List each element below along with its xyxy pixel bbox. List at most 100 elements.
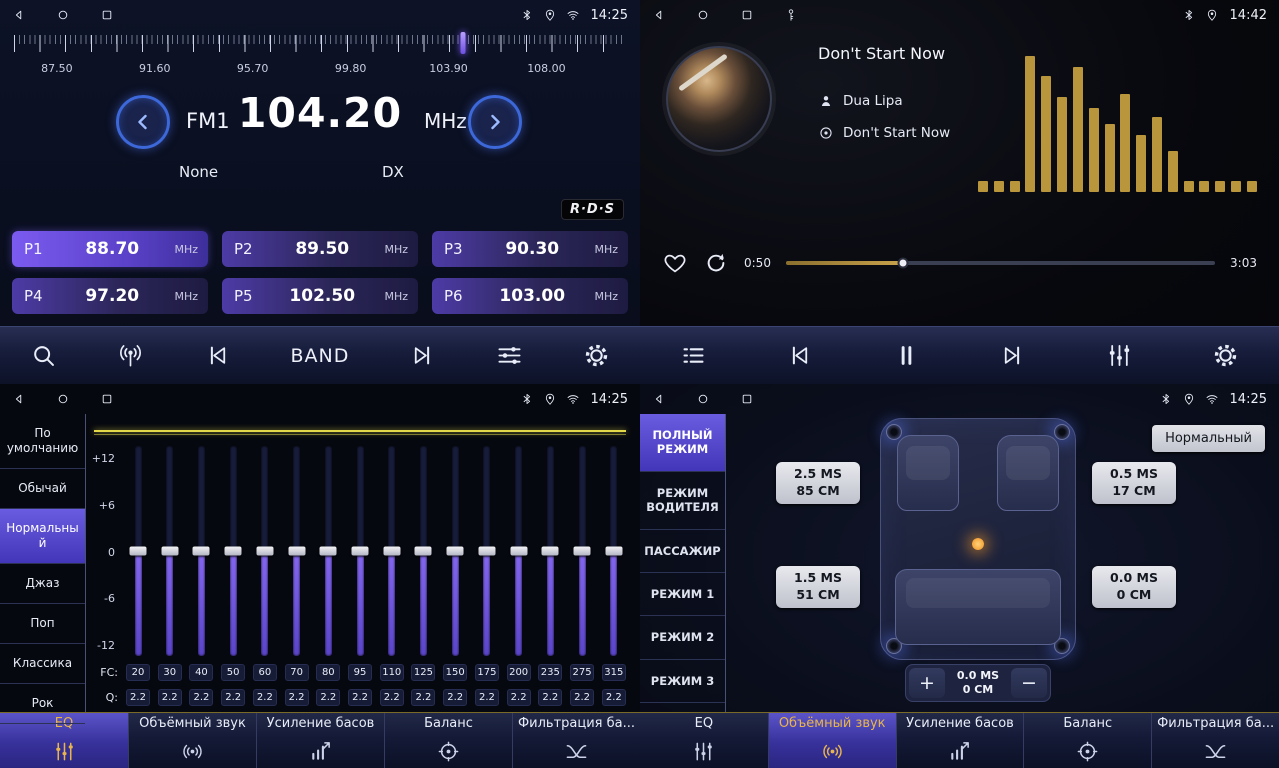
eq-band-slider[interactable]	[348, 446, 372, 656]
eq-band-slider[interactable]	[253, 446, 277, 656]
eq-band-slider[interactable]	[602, 446, 626, 656]
tuner-indicator[interactable]	[461, 32, 466, 54]
favorite-heart-icon[interactable]	[662, 250, 688, 276]
preset-p6[interactable]: P6 103.00 MHz	[432, 278, 628, 314]
delay-front-left-button[interactable]: 2.5 MS 85 CM	[776, 462, 860, 504]
eq-band-slider[interactable]	[221, 446, 245, 656]
eq-slider-handle[interactable]	[320, 547, 337, 556]
preset-p1[interactable]: P1 88.70 MHz	[12, 231, 208, 267]
eq-slider-handle[interactable]	[193, 547, 210, 556]
tuner-scale-ticks[interactable]	[14, 35, 626, 53]
tab-surround[interactable]: Объёмный звук	[768, 713, 896, 768]
recents-icon[interactable]	[100, 392, 114, 406]
eq-preset-classic[interactable]: Классика	[0, 644, 85, 684]
eq-slider-handle[interactable]	[288, 547, 305, 556]
previous-track-icon[interactable]	[786, 342, 813, 369]
listening-position-dot[interactable]	[972, 538, 984, 550]
recents-icon[interactable]	[740, 392, 754, 406]
mode-passenger[interactable]: ПАССАЖИР	[640, 530, 725, 573]
back-icon[interactable]	[12, 392, 26, 406]
progress-knob[interactable]	[898, 258, 909, 269]
mode-3[interactable]: РЕЖИМ 3	[640, 660, 725, 703]
eq-slider-handle[interactable]	[605, 547, 622, 556]
home-icon[interactable]	[56, 8, 70, 22]
delay-increase-button[interactable]: +	[909, 668, 945, 698]
tune-down-button[interactable]	[116, 95, 170, 149]
preset-p3[interactable]: P3 90.30 MHz	[432, 231, 628, 267]
playlist-icon[interactable]	[680, 342, 707, 369]
eq-slider-handle[interactable]	[225, 547, 242, 556]
tab-balance[interactable]: Баланс	[1023, 713, 1151, 768]
eq-preset-rock[interactable]: Рок	[0, 684, 85, 724]
eq-slider-handle[interactable]	[510, 547, 527, 556]
eq-band-slider[interactable]	[411, 446, 435, 656]
surround-preset-button[interactable]: Нормальный	[1152, 425, 1265, 452]
delay-decrease-button[interactable]: −	[1011, 668, 1047, 698]
tab-eq[interactable]: EQ	[640, 713, 768, 768]
progress-bar[interactable]	[786, 261, 1215, 265]
preset-p2[interactable]: P2 89.50 MHz	[222, 231, 418, 267]
eq-slider-handle[interactable]	[478, 547, 495, 556]
eq-slider-handle[interactable]	[383, 547, 400, 556]
tab-filter[interactable]: Фильтрация ба...	[512, 713, 640, 768]
eq-slider-handle[interactable]	[447, 547, 464, 556]
eq-band-slider[interactable]	[475, 446, 499, 656]
preset-p4[interactable]: P4 97.20 MHz	[12, 278, 208, 314]
home-icon[interactable]	[696, 8, 710, 22]
mixer-faders-icon[interactable]	[1106, 342, 1133, 369]
eq-preset-default[interactable]: По умолчанию	[0, 414, 85, 469]
eq-slider-handle[interactable]	[352, 547, 369, 556]
eq-band-slider[interactable]	[380, 446, 404, 656]
tab-surround[interactable]: Объёмный звук	[128, 713, 256, 768]
eq-preset-pop[interactable]: Поп	[0, 604, 85, 644]
eq-band-slider[interactable]	[570, 446, 594, 656]
eq-band-slider[interactable]	[316, 446, 340, 656]
eq-band-slider[interactable]	[285, 446, 309, 656]
eq-preset-normal[interactable]: Нормальный	[0, 509, 85, 564]
delay-front-right-button[interactable]: 0.5 MS 17 CM	[1092, 462, 1176, 504]
eq-preset-jazz[interactable]: Джаз	[0, 564, 85, 604]
pause-icon[interactable]	[893, 342, 920, 369]
eq-band-slider[interactable]	[158, 446, 182, 656]
eq-slider-handle[interactable]	[256, 547, 273, 556]
tab-bass-boost[interactable]: Усиление басов	[896, 713, 1024, 768]
broadcast-scan-icon[interactable]	[117, 342, 144, 369]
home-icon[interactable]	[696, 392, 710, 406]
back-icon[interactable]	[652, 392, 666, 406]
recents-icon[interactable]	[100, 8, 114, 22]
tune-up-button[interactable]	[468, 95, 522, 149]
delay-rear-left-button[interactable]: 1.5 MS 51 CM	[776, 566, 860, 608]
repeat-icon[interactable]	[703, 250, 729, 276]
delay-rear-right-button[interactable]: 0.0 MS 0 CM	[1092, 566, 1176, 608]
settings-gear-icon[interactable]	[583, 342, 610, 369]
preset-p5[interactable]: P5 102.50 MHz	[222, 278, 418, 314]
tab-filter[interactable]: Фильтрация ба...	[1151, 713, 1279, 768]
band-button[interactable]: BAND	[291, 345, 350, 367]
eq-preset-custom[interactable]: Обычай	[0, 469, 85, 509]
mode-2[interactable]: РЕЖИМ 2	[640, 616, 725, 659]
back-icon[interactable]	[12, 8, 26, 22]
tab-balance[interactable]: Баланс	[384, 713, 512, 768]
eq-slider-handle[interactable]	[161, 547, 178, 556]
eq-slider-handle[interactable]	[574, 547, 591, 556]
eq-band-slider[interactable]	[189, 446, 213, 656]
settings-gear-icon[interactable]	[1212, 342, 1239, 369]
mode-1[interactable]: РЕЖИМ 1	[640, 573, 725, 616]
search-icon[interactable]	[30, 342, 57, 369]
recents-icon[interactable]	[740, 8, 754, 22]
eq-slider-handle[interactable]	[542, 547, 559, 556]
tab-bass-boost[interactable]: Усиление басов	[256, 713, 384, 768]
next-track-icon[interactable]	[409, 342, 436, 369]
tuner-sliders-icon[interactable]	[496, 342, 523, 369]
eq-band-slider[interactable]	[538, 446, 562, 656]
next-track-icon[interactable]	[999, 342, 1026, 369]
back-icon[interactable]	[652, 8, 666, 22]
eq-band-slider[interactable]	[126, 446, 150, 656]
mode-full[interactable]: ПОЛНЫЙ РЕЖИМ	[640, 414, 725, 472]
eq-slider-handle[interactable]	[130, 547, 147, 556]
mode-driver[interactable]: РЕЖИМ ВОДИТЕЛЯ	[640, 472, 725, 530]
previous-track-icon[interactable]	[204, 342, 231, 369]
eq-band-slider[interactable]	[507, 446, 531, 656]
tuner-scale[interactable]: 87.50 91.60 95.70 99.80 103.90 108.00	[14, 35, 626, 85]
eq-band-slider[interactable]	[443, 446, 467, 656]
